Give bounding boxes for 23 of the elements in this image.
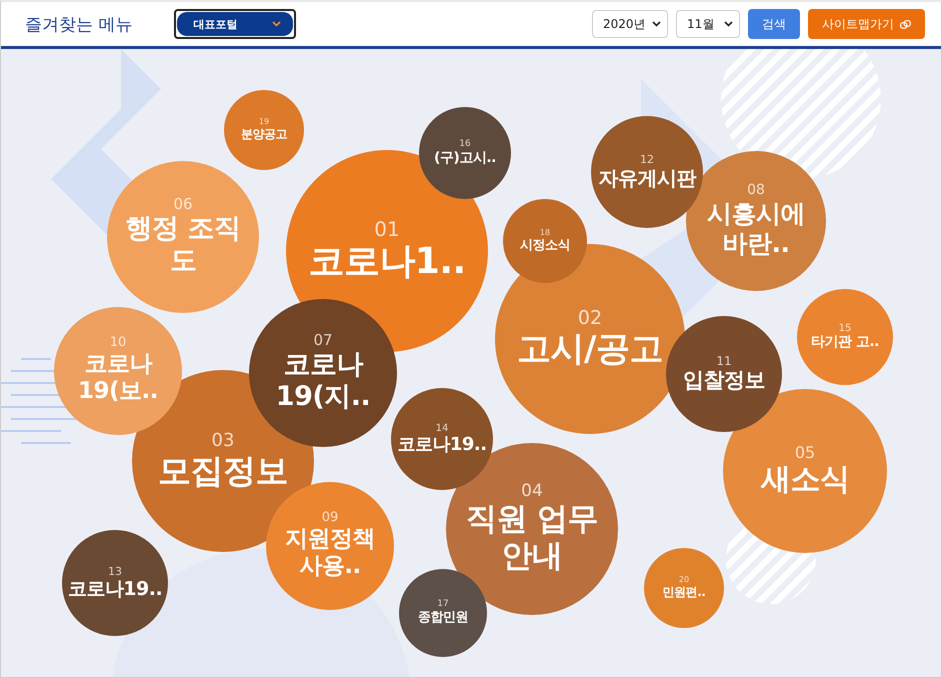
caret-icon — [652, 21, 661, 27]
portal-select[interactable]: 대표포털 — [174, 9, 296, 39]
menu-bubble[interactable]: 17 종합민원 — [399, 569, 487, 657]
menu-bubble[interactable]: 12 자유게시판 — [591, 116, 703, 228]
menu-bubble[interactable]: 11 입찰정보 — [666, 316, 782, 432]
caret-icon — [724, 21, 733, 27]
menu-bubble[interactable]: 10 코로나 19(보.. — [54, 307, 182, 435]
menu-bubble[interactable]: 20 민원편.. — [644, 548, 724, 628]
menu-bubble[interactable]: 16 (구)고시.. — [419, 107, 511, 199]
month-select[interactable]: 11월 — [676, 10, 740, 38]
menu-bubble[interactable]: 13 코로나19.. — [62, 530, 168, 636]
search-button[interactable]: 검색 — [748, 9, 800, 39]
menu-bubble[interactable]: 14 코로나19.. — [391, 388, 493, 490]
menu-bubble[interactable]: 05 새소식 — [723, 389, 887, 553]
sitemap-button[interactable]: 사이트맵가기 — [808, 9, 925, 39]
menu-bubble[interactable]: 06 행정 조직 도 — [107, 161, 259, 313]
page-title: 즐겨찾는 메뉴 — [25, 14, 132, 36]
menu-bubble[interactable]: 15 타기관 고.. — [797, 289, 893, 385]
link-icon — [900, 20, 911, 28]
menu-bubble[interactable]: 18 시정소식 — [503, 199, 587, 283]
year-select[interactable]: 2020년 — [592, 10, 668, 38]
caret-icon — [272, 21, 282, 27]
menu-bubble[interactable]: 19 분양공고 — [224, 90, 304, 170]
